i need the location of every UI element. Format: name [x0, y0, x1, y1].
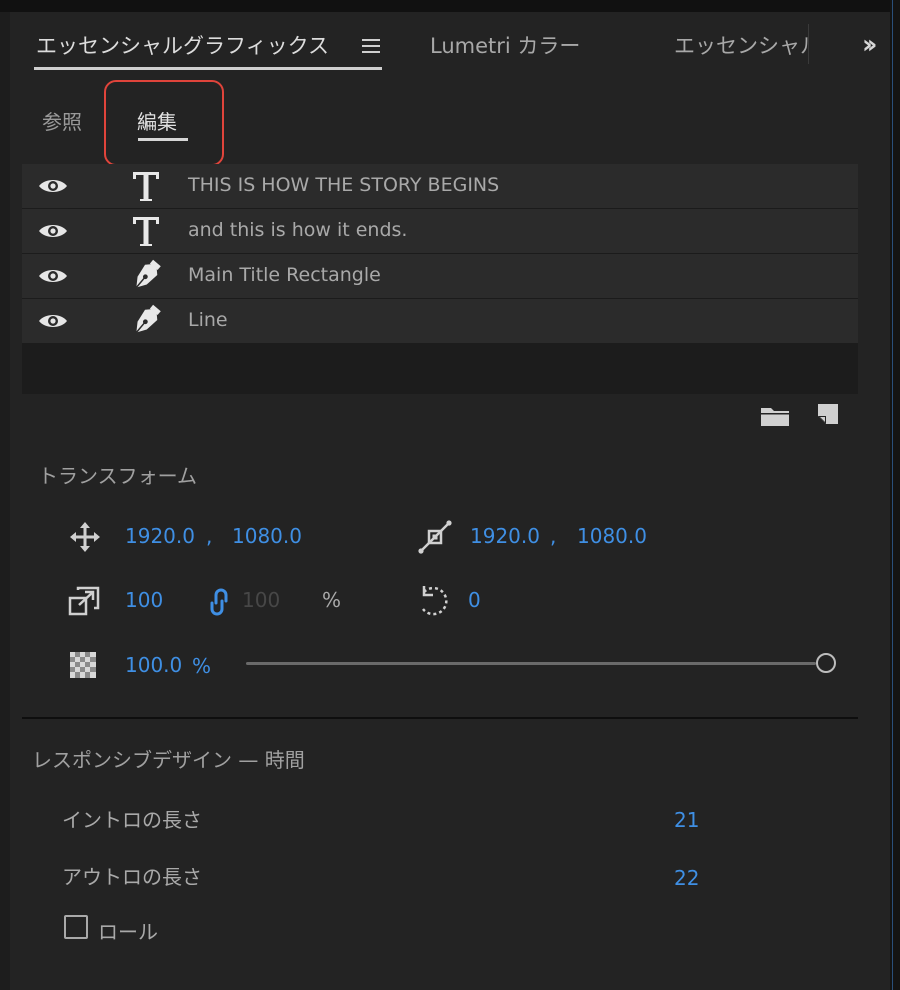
opacity-value[interactable]: 100.0	[125, 653, 182, 677]
scale-unit: %	[322, 588, 342, 612]
layer-row[interactable]: Line	[22, 299, 858, 343]
layer-row[interactable]: and this is how it ends.	[22, 209, 858, 253]
outro-length-value[interactable]: 22	[674, 866, 699, 890]
text-icon	[133, 217, 159, 246]
pen-icon	[135, 304, 161, 333]
eye-icon[interactable]	[38, 312, 68, 330]
opacity-slider-track[interactable]	[246, 662, 816, 665]
new-layer-icon[interactable]	[814, 402, 840, 426]
active-tab-underline	[34, 67, 382, 70]
eye-icon[interactable]	[38, 177, 68, 195]
opacity-unit: %	[192, 654, 212, 678]
window-right-edge	[890, 0, 900, 990]
window-top-strip	[0, 0, 900, 12]
layer-name: Main Title Rectangle	[188, 264, 381, 286]
intro-length-label: イントロの長さ	[62, 808, 202, 832]
rotation-icon	[422, 586, 448, 616]
layer-row[interactable]: THIS IS HOW THE STORY BEGINS	[22, 164, 858, 208]
essential-graphics-panel: エッセンシャルグラフィックス Lumetri カラー エッセンシャル ›› 参照…	[10, 12, 890, 990]
layer-list: THIS IS HOW THE STORY BEGINS and this is…	[22, 164, 858, 394]
scale-icon	[68, 586, 100, 616]
section-divider	[22, 717, 858, 719]
tab-overflow-chevron-icon[interactable]: ››	[862, 30, 878, 60]
opacity-slider-handle[interactable]	[816, 653, 836, 673]
position-x-value[interactable]: 1920.0	[125, 524, 195, 548]
eye-icon[interactable]	[38, 222, 68, 240]
tab-essential-truncated[interactable]: エッセンシャル	[674, 30, 810, 60]
eye-icon[interactable]	[38, 267, 68, 285]
panel-tab-bar: エッセンシャルグラフィックス Lumetri カラー エッセンシャル ››	[10, 12, 890, 74]
anchor-x-value[interactable]: 1920.0	[470, 524, 540, 548]
responsive-section-title: レスポンシブデザイン — 時間	[32, 748, 305, 772]
subtab-browse[interactable]: 参照	[42, 106, 82, 135]
tab-essential-graphics[interactable]: エッセンシャルグラフィックス	[36, 30, 329, 60]
outro-length-label: アウトロの長さ	[62, 865, 202, 889]
intro-length-value[interactable]: 21	[674, 808, 699, 832]
new-group-folder-icon[interactable]	[760, 405, 790, 427]
tab-separator	[808, 24, 809, 64]
edit-tab-highlight-box	[104, 80, 224, 166]
link-scale-icon[interactable]	[210, 586, 228, 618]
layer-name: THIS IS HOW THE STORY BEGINS	[188, 174, 500, 196]
layer-name: Line	[188, 309, 228, 331]
scale-width-value[interactable]: 100	[125, 588, 163, 612]
anchor-separator: ,	[550, 524, 557, 548]
opacity-checker-icon	[70, 652, 96, 678]
layer-row[interactable]: Main Title Rectangle	[22, 254, 858, 298]
transform-section-title: トランスフォーム	[38, 464, 197, 488]
scale-height-value[interactable]: 100	[242, 588, 280, 612]
anchor-point-icon	[418, 520, 452, 554]
roll-checkbox[interactable]	[64, 915, 88, 939]
rotation-value[interactable]: 0	[468, 588, 481, 612]
panel-menu-icon[interactable]	[362, 39, 380, 53]
anchor-y-value[interactable]: 1080.0	[577, 524, 647, 548]
position-separator: ,	[206, 524, 213, 548]
tab-lumetri-color[interactable]: Lumetri カラー	[430, 30, 580, 60]
position-y-value[interactable]: 1080.0	[232, 524, 302, 548]
layer-name: and this is how it ends.	[188, 219, 408, 241]
position-move-icon	[70, 522, 100, 552]
pen-icon	[135, 259, 161, 288]
roll-label: ロール	[98, 920, 158, 944]
text-icon	[133, 172, 159, 201]
